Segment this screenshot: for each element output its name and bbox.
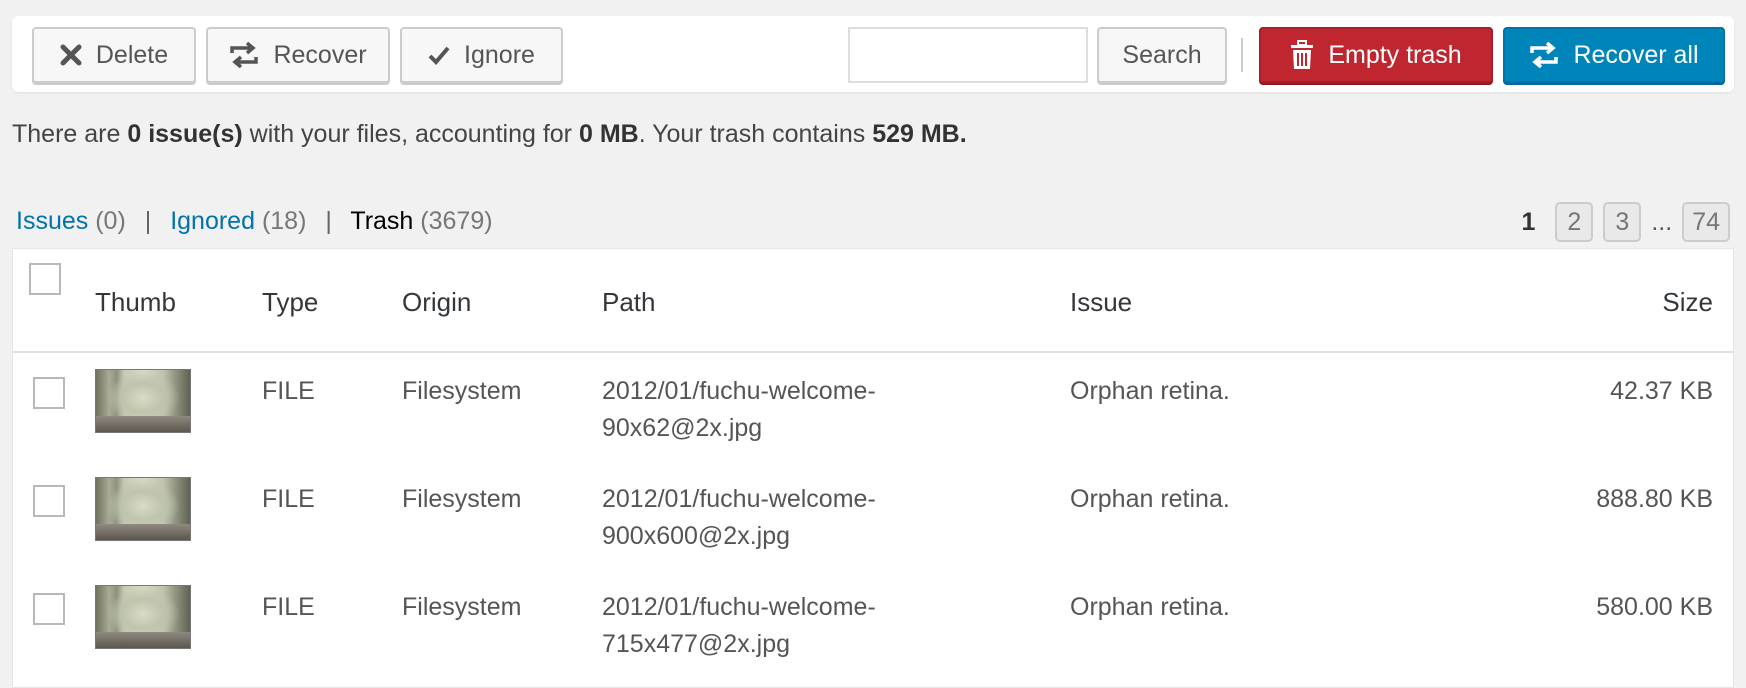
- column-thumb: Thumb: [95, 287, 176, 317]
- cell-type: FILE: [262, 485, 315, 513]
- recover-button[interactable]: Recover: [206, 27, 390, 83]
- search-button[interactable]: Search: [1097, 27, 1227, 83]
- recover-all-button[interactable]: Recover all: [1503, 27, 1725, 83]
- recover-label: Recover: [273, 40, 367, 69]
- issue-size: 0 MB: [578, 120, 639, 148]
- page-link[interactable]: 2: [1555, 202, 1594, 242]
- column-issue: Issue: [1070, 287, 1133, 317]
- cell-issue: Orphan retina.: [1070, 485, 1230, 513]
- thumbnail-image: [95, 477, 191, 541]
- cell-origin: Filesystem: [402, 593, 522, 621]
- cell-size: 42.37 KB: [1610, 377, 1713, 405]
- ignore-button[interactable]: Ignore: [400, 27, 563, 83]
- empty-trash-label: Empty trash: [1328, 40, 1462, 69]
- summary-text: There are 0 issue(s) with your files, ac…: [12, 120, 967, 149]
- cell-origin: Filesystem: [402, 377, 522, 405]
- table-row: FILE Filesystem 2012/01/fuchu-welcome-​9…: [13, 353, 1733, 461]
- issue-count: 0 issue(s): [127, 120, 243, 148]
- pagination-ellipsis: ...: [1651, 207, 1673, 236]
- files-table: Thumb Type Origin Path Issue Size FILE F…: [12, 248, 1734, 688]
- filter-trash[interactable]: Trash: [350, 207, 413, 235]
- cell-path: 2012/01/fuchu-welcome-​900x600@2x.jpg: [602, 485, 876, 550]
- pagination: 1 2 3 ... 74: [1521, 202, 1730, 242]
- summary-middle: with your files, accounting for: [242, 120, 579, 148]
- cell-type: FILE: [262, 377, 315, 405]
- filter-ignored[interactable]: Ignored: [170, 207, 255, 235]
- trash-icon: [1290, 40, 1314, 70]
- filter-issues-count: (0): [95, 207, 126, 235]
- close-icon: [60, 44, 82, 66]
- page-link[interactable]: 3: [1603, 202, 1642, 242]
- cell-type: FILE: [262, 593, 315, 621]
- cell-issue: Orphan retina.: [1070, 377, 1230, 405]
- filter-trash-count: (3679): [420, 207, 493, 235]
- toolbar-divider: [1241, 38, 1243, 72]
- select-all-checkbox[interactable]: [29, 263, 61, 295]
- search-label: Search: [1122, 40, 1202, 69]
- thumbnail-image: [95, 369, 191, 433]
- row-checkbox[interactable]: [33, 485, 65, 517]
- checkmark-icon: [428, 45, 450, 65]
- filter-issues[interactable]: Issues: [16, 207, 88, 235]
- filter-ignored-count: (18): [261, 207, 307, 235]
- thumbnail-image: [95, 585, 191, 649]
- recover-all-label: Recover all: [1573, 40, 1699, 69]
- summary-prefix: There are: [12, 120, 128, 148]
- table-row: FILE Filesystem 2012/01/fuchu-welcome-​7…: [13, 569, 1733, 677]
- table-row: FILE Filesystem 2012/01/fuchu-welcome-​9…: [13, 461, 1733, 569]
- filter-separator: |: [144, 207, 152, 235]
- repeat-icon: [229, 42, 259, 68]
- search-input[interactable]: [848, 27, 1088, 83]
- trash-size: 529 MB.: [872, 120, 967, 148]
- cell-path: 2012/01/fuchu-welcome-​90x62@2x.jpg: [602, 377, 876, 442]
- row-checkbox[interactable]: [33, 593, 65, 625]
- last-page-link[interactable]: 74: [1682, 202, 1730, 242]
- summary-middle2: . Your trash contains: [638, 120, 873, 148]
- repeat-icon: [1529, 42, 1559, 68]
- delete-button[interactable]: Delete: [32, 27, 196, 83]
- table-header: Thumb Type Origin Path Issue Size: [13, 249, 1733, 353]
- cell-origin: Filesystem: [402, 485, 522, 513]
- column-origin: Origin: [402, 287, 472, 317]
- filter-separator: |: [325, 207, 332, 235]
- current-page: 1: [1521, 207, 1536, 236]
- column-type: Type: [262, 287, 319, 317]
- cell-path: 2012/01/fuchu-welcome-​715x477@2x.jpg: [602, 593, 876, 658]
- empty-trash-button[interactable]: Empty trash: [1259, 27, 1493, 83]
- column-size: Size: [1662, 287, 1713, 317]
- filter-links: Issues (0) | Ignored (18) | Trash (3679): [16, 207, 493, 236]
- cell-size: 580.00 KB: [1596, 593, 1713, 621]
- toolbar: Delete Recover Ignore Search Empty trash…: [12, 16, 1734, 92]
- ignore-label: Ignore: [464, 40, 535, 69]
- row-checkbox[interactable]: [33, 377, 65, 409]
- delete-label: Delete: [95, 40, 169, 69]
- cell-size: 888.80 KB: [1596, 485, 1713, 513]
- column-path: Path: [602, 287, 656, 317]
- cell-issue: Orphan retina.: [1070, 593, 1230, 621]
